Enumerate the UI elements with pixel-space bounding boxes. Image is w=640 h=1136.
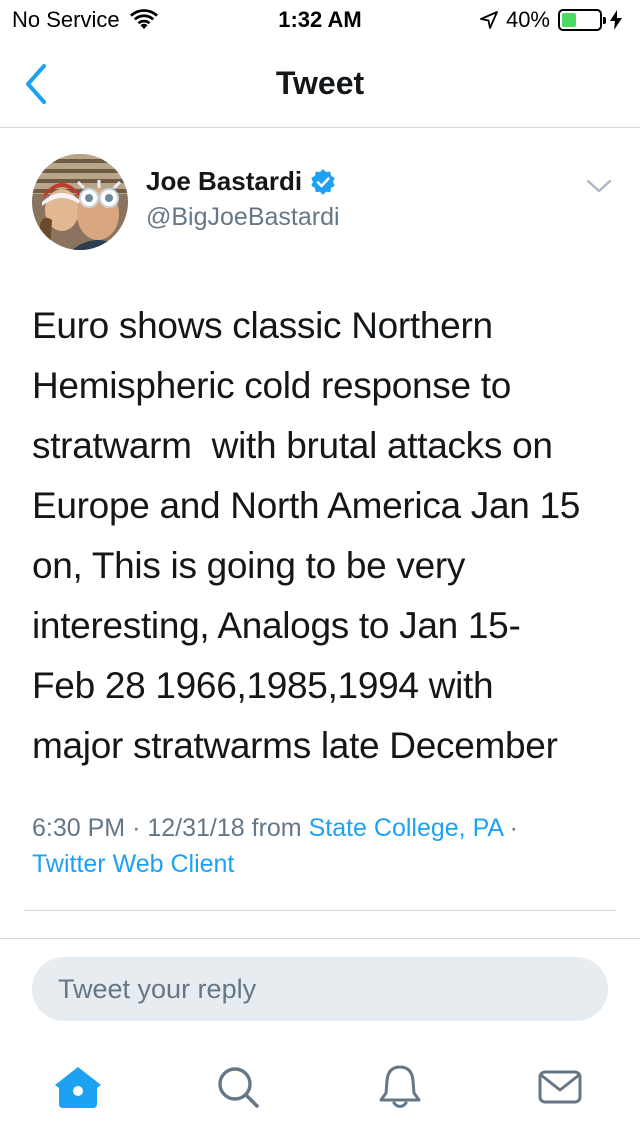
tweet-location-link[interactable]: State College, PA bbox=[309, 814, 503, 842]
reply-box[interactable] bbox=[32, 957, 608, 1021]
tweet-meta: 6:30 PM · 12/31/18 from State College, P… bbox=[32, 810, 612, 882]
divider bbox=[24, 910, 616, 911]
verified-badge-icon bbox=[311, 168, 335, 195]
envelope-icon bbox=[538, 1070, 582, 1104]
tab-home[interactable] bbox=[48, 1062, 108, 1112]
nav-bar: Tweet bbox=[0, 40, 640, 128]
status-right: 40% bbox=[480, 7, 622, 33]
tweet-text: Euro shows classic Northern Hemispheric … bbox=[32, 305, 581, 766]
avatar-image bbox=[32, 154, 128, 250]
user-handle[interactable]: @BigJoeBastardi bbox=[146, 203, 340, 232]
home-icon bbox=[55, 1067, 101, 1108]
divider bbox=[0, 938, 640, 939]
avatar[interactable] bbox=[32, 154, 128, 250]
tab-bar bbox=[0, 1050, 640, 1136]
status-bar: No Service 1:32 AM 40% bbox=[0, 0, 640, 40]
battery-icon bbox=[558, 9, 606, 31]
chevron-down-icon bbox=[586, 179, 612, 193]
location-arrow-icon bbox=[480, 11, 498, 29]
charging-bolt-icon bbox=[610, 10, 622, 30]
tab-search[interactable] bbox=[208, 1062, 268, 1112]
bell-icon bbox=[379, 1065, 421, 1108]
battery-percent: 40% bbox=[505, 7, 550, 32]
meta-separator: · bbox=[132, 814, 141, 842]
tweet-time: 6:30 PM bbox=[32, 814, 126, 842]
search-icon bbox=[218, 1067, 259, 1108]
display-name[interactable]: Joe Bastardi bbox=[146, 166, 336, 197]
battery-fill bbox=[562, 13, 576, 27]
tab-messages[interactable] bbox=[530, 1062, 590, 1112]
battery-tip bbox=[603, 17, 606, 24]
tweet-date: 12/31/18 bbox=[147, 814, 245, 842]
tweet-client-link[interactable]: Twitter Web Client bbox=[32, 850, 234, 878]
reply-input[interactable] bbox=[58, 957, 578, 1021]
display-name-text: Joe Bastardi bbox=[146, 166, 303, 196]
tab-notifications[interactable] bbox=[370, 1062, 430, 1112]
meta-separator: · bbox=[509, 814, 518, 842]
page-title: Tweet bbox=[275, 65, 365, 101]
from-label: from bbox=[251, 814, 302, 842]
tweet-options-button[interactable] bbox=[584, 174, 614, 198]
